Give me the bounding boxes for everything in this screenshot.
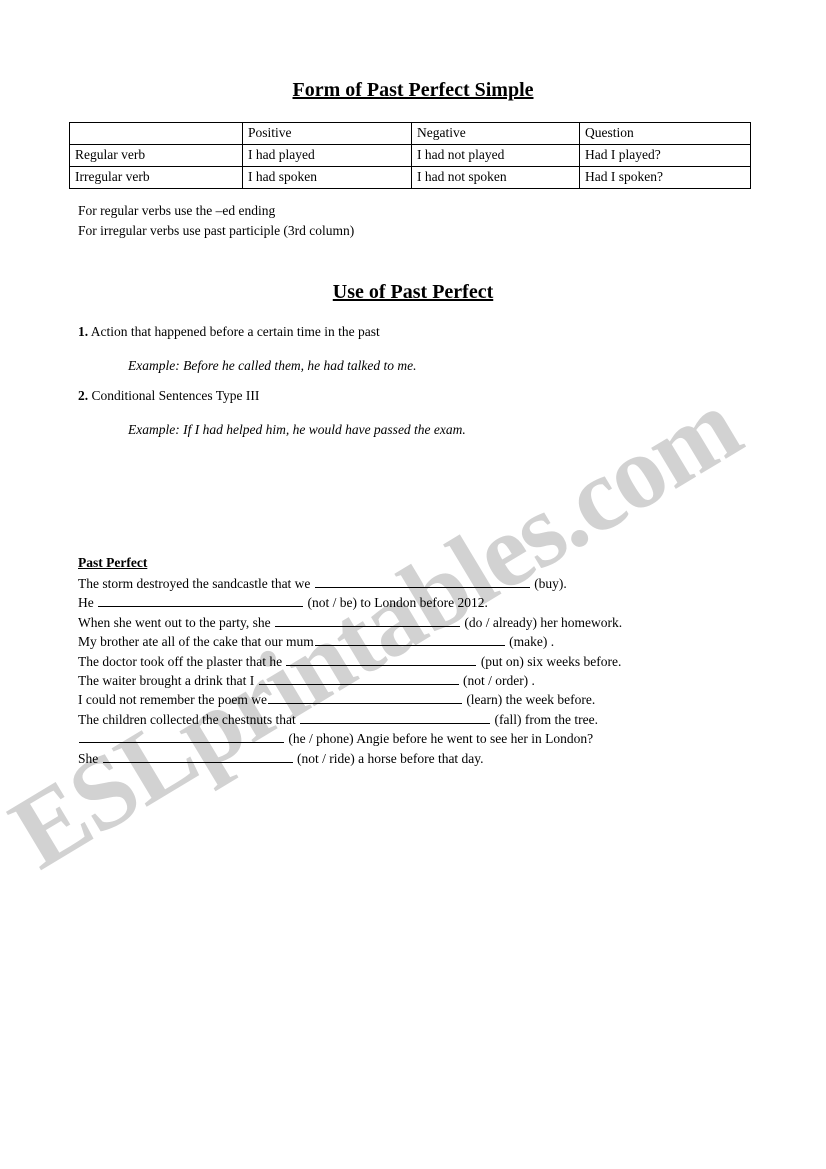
exercise-line: I could not remember the poem we (learn)… [78,690,778,709]
worksheet-page: ESLprintables.com Form of Past Perfect S… [0,0,826,1169]
exercise-line: (he / phone) Angie before he went to see… [78,729,778,748]
exercise-heading: Past Perfect [78,555,148,570]
exercise-line-suffix: (not / ride) a horse before that day. [293,750,484,766]
exercise-lines: The storm destroyed the sandcastle that … [78,574,778,768]
table-header-cell-positive: Positive [242,122,412,145]
exercise-line: When she went out to the party, she (do … [78,613,778,632]
exercise-line-prefix: He [78,595,98,611]
answer-blank[interactable] [258,671,459,685]
use-item-2: 2. Conditional Sentences Type III [78,388,758,404]
exercise-line: The children collected the chestnuts tha… [78,710,778,729]
answer-blank[interactable] [98,593,304,608]
exercise-line: He (not / be) to London before 2012. [78,593,778,612]
answer-blank[interactable] [79,729,284,744]
use-item-2-example: Example: If I had helped him, he would h… [128,422,466,437]
use-item-1: 1. Action that happened before a certain… [78,324,758,340]
form-section-title-wrap: Form of Past Perfect Simple [0,79,826,102]
table-row: Regular verb I had played I had not play… [69,144,751,167]
exercise-line-prefix: The doctor took off the plaster that he [78,653,286,669]
use-item-1-label: Action that happened before a certain ti… [90,324,380,339]
exercise-line-prefix: My brother ate all of the cake that our … [78,634,314,650]
form-note-regular: For regular verbs use the –ed ending [78,203,276,218]
table-row: Irregular verb I had spoken I had not sp… [69,166,751,189]
table-header-cell-blank [69,122,243,145]
answer-blank[interactable] [314,574,530,588]
table-cell-negative: I had not played [411,144,580,167]
table-header-cell-question: Question [579,122,751,145]
past-perfect-form-table: Positive Negative Question Regular verb … [69,122,751,189]
table-cell-question: Had I spoken? [579,166,751,189]
form-note-irregular: For irregular verbs use past participle … [78,223,355,238]
exercise-line-suffix: (put on) six weeks before. [477,653,622,669]
use-section-body: 1. Action that happened before a certain… [78,324,758,452]
answer-blank[interactable] [286,652,477,666]
use-section-title: Use of Past Perfect [332,281,494,303]
use-item-1-number: 1. [78,324,89,339]
use-item-2-number: 2. [78,388,89,403]
table-header-cell-negative: Negative [411,122,580,145]
form-notes: For regular verbs use the –ed ending For… [78,201,354,241]
table-cell-verb-type: Irregular verb [69,166,243,189]
table-cell-question: Had I played? [579,144,751,167]
table-cell-verb-type: Regular verb [69,144,243,167]
exercise-line: The waiter brought a drink that I (not /… [78,671,778,690]
exercise-line-suffix: (learn) the week before. [462,692,596,708]
answer-blank[interactable] [267,690,462,705]
exercise-line-suffix: (he / phone) Angie before he went to see… [285,731,594,747]
answer-blank[interactable] [300,710,491,724]
answer-blank[interactable] [314,632,505,647]
table-cell-positive: I had played [242,144,412,167]
exercise-line-prefix: When she went out to the party, she [78,614,274,630]
exercise-line-prefix: I could not remember the poem we [78,692,267,708]
table-header-row: Positive Negative Question [69,122,751,145]
exercise-line-prefix: The children collected the chestnuts tha… [78,711,300,727]
exercise-line-prefix: The storm destroyed the sandcastle that … [78,576,314,591]
answer-blank[interactable] [102,749,293,763]
exercise-line-suffix: (fall) from the tree. [491,711,598,727]
exercise-line: She (not / ride) a horse before that day… [78,749,778,768]
use-item-1-example: Example: Before he called them, he had t… [128,358,417,373]
exercise-line-prefix: The waiter brought a drink that I [78,672,258,688]
exercise-line: The storm destroyed the sandcastle that … [78,574,778,593]
exercise-heading-wrap: Past Perfect [78,555,778,574]
use-item-2-label: Conditional Sentences Type III [91,388,260,403]
exercise-line: My brother ate all of the cake that our … [78,632,778,651]
exercise-line-suffix: (not / order) . [459,672,535,688]
exercise-line-suffix: (make) . [505,634,555,650]
exercise-line-suffix: (buy). [530,576,567,591]
use-section-title-wrap: Use of Past Perfect [0,281,826,304]
exercise-line-prefix: She [78,750,102,766]
exercise-line: The doctor took off the plaster that he … [78,652,778,671]
exercise-line-suffix: (do / already) her homework. [460,614,623,630]
table-cell-positive: I had spoken [242,166,412,189]
table-cell-negative: I had not spoken [411,166,580,189]
answer-blank[interactable] [274,613,460,627]
exercise-section: Past Perfect The storm destroyed the san… [78,555,778,768]
exercise-line-suffix: (not / be) to London before 2012. [304,595,488,611]
page-title: Form of Past Perfect Simple [292,79,534,101]
